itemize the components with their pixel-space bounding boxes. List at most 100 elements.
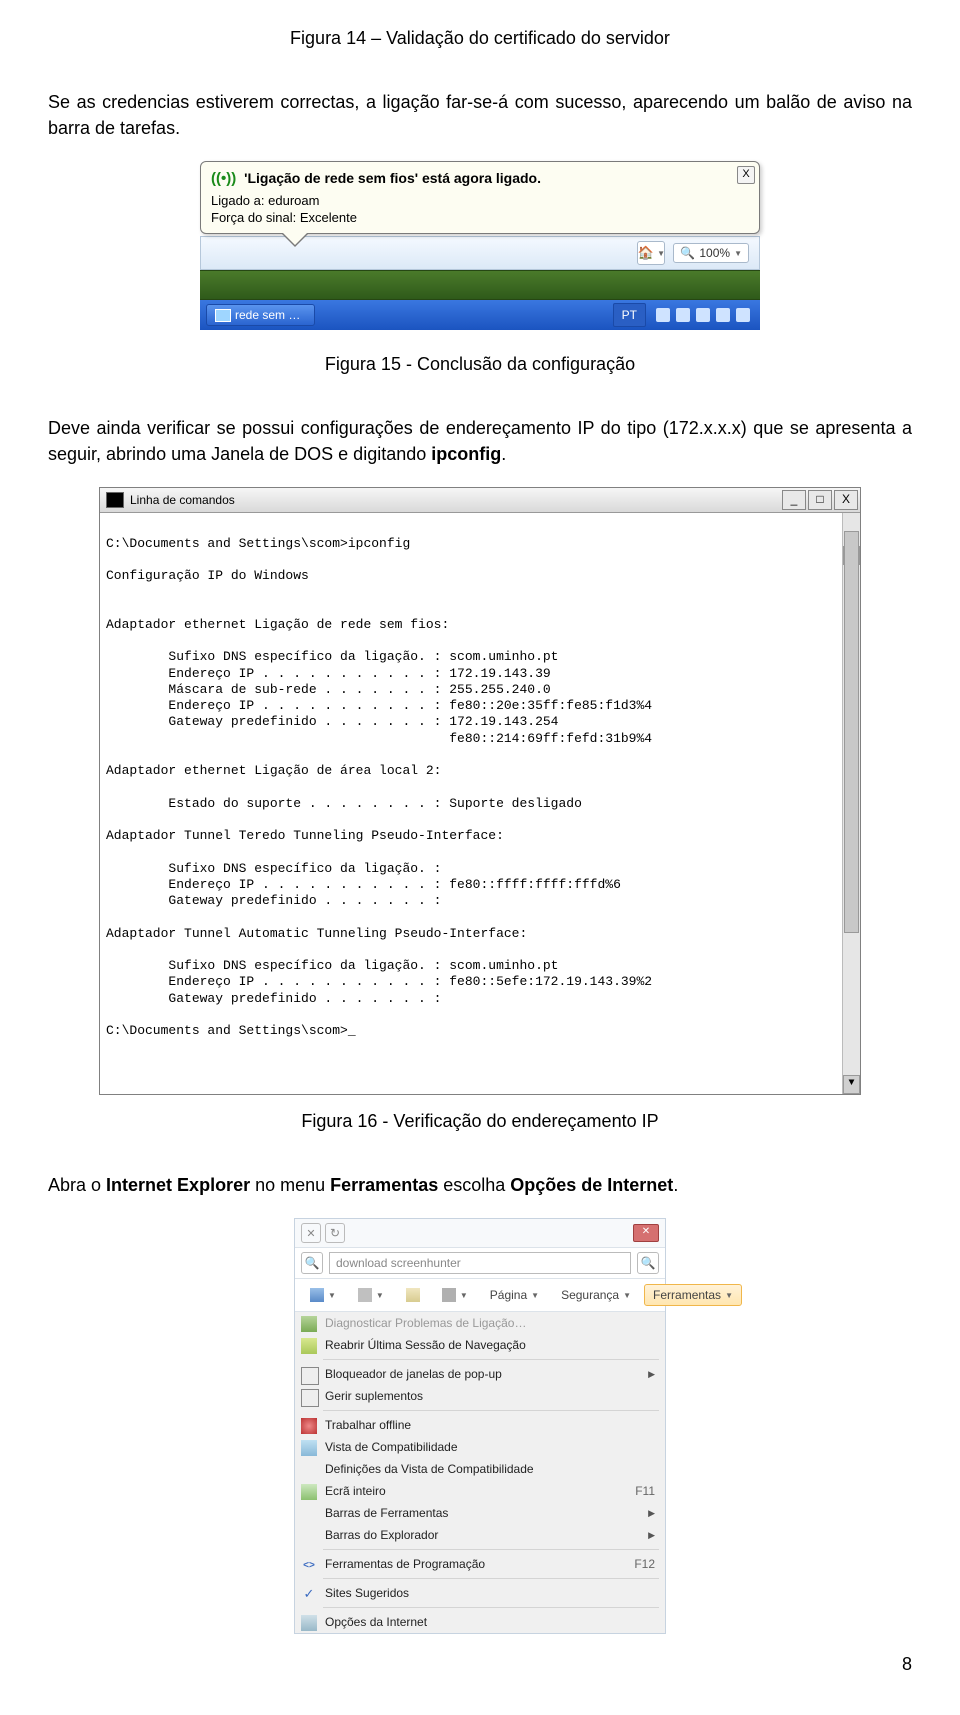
menu-item-label: Opções da Internet: [325, 1615, 427, 1629]
menu-item-explorer-bars[interactable]: Barras do Explorador ▶: [295, 1524, 665, 1546]
tray-icon[interactable]: [676, 308, 690, 322]
paragraph-2-end: .: [501, 444, 506, 464]
chevron-down-icon: ▼: [657, 249, 665, 258]
balloon-connected-label: Ligado a:: [211, 193, 265, 208]
home-split-button[interactable]: 🏠 ▼: [637, 241, 665, 265]
menu-item-fullscreen[interactable]: Ecrã inteiro F11: [295, 1480, 665, 1502]
menu-item-label: Diagnosticar Problemas de Ligação…: [325, 1316, 526, 1330]
cmd-scrollbar[interactable]: ▲ ▼: [842, 513, 860, 1094]
menu-item-internet-options[interactable]: Opções da Internet: [295, 1611, 665, 1633]
menu-item-work-offline[interactable]: Trabalhar offline: [295, 1414, 665, 1436]
menu-item-manage-addons[interactable]: Gerir suplementos: [295, 1385, 665, 1407]
ie-window-fragment: ✕ ↻ ✕ 🔍 🔍 ▼ ▼ ▼ Página▼ Segurança▼ Ferra…: [294, 1218, 666, 1634]
figure-15-caption: Figura 15 - Conclusão da configuração: [48, 354, 912, 375]
page-number: 8: [48, 1654, 912, 1675]
submenu-arrow-icon: ▶: [648, 1369, 655, 1380]
tools-menu-button[interactable]: Ferramentas▼: [644, 1284, 742, 1306]
diagnose-icon: [301, 1316, 317, 1332]
cmd-titlebar: Linha de comandos _ □ X: [100, 488, 860, 513]
tray-icon[interactable]: [716, 308, 730, 322]
maximize-button[interactable]: □: [808, 490, 832, 510]
menu-separator: [323, 1549, 659, 1550]
zoom-value: 100%: [699, 246, 730, 260]
submenu-arrow-icon: ▶: [648, 1508, 655, 1519]
minimize-button[interactable]: _: [782, 490, 806, 510]
offline-icon: [301, 1418, 317, 1434]
rss-icon: [358, 1288, 372, 1302]
ie-search-bar: 🔍 🔍: [295, 1248, 665, 1279]
balloon-close-button[interactable]: X: [737, 166, 755, 184]
home-button[interactable]: ▼: [301, 1284, 345, 1306]
figure-16-caption: Figura 16 - Verificação do endereçamento…: [48, 1111, 912, 1132]
menu-item-popup-blocker[interactable]: Bloqueador de janelas de pop-up ▶: [295, 1363, 665, 1385]
tools-dropdown-menu: Diagnosticar Problemas de Ligação… Reabr…: [295, 1312, 665, 1633]
menu-item-label: Gerir suplementos: [325, 1389, 423, 1403]
taskbar-network-button[interactable]: rede sem …: [206, 304, 315, 326]
menu-item-label: Barras do Explorador: [325, 1528, 438, 1542]
cmd-output[interactable]: C:\Documents and Settings\scom>ipconfig …: [100, 513, 860, 1094]
menu-item-label: Ecrã inteiro: [325, 1484, 386, 1498]
cmd-icon: [106, 492, 124, 508]
p3-c: no menu: [250, 1175, 330, 1195]
mail-icon: [406, 1288, 420, 1302]
p3-e: escolha: [438, 1175, 510, 1195]
menu-item-reopen-session[interactable]: Reabrir Última Sessão de Navegação: [295, 1334, 665, 1356]
cmd-title-text: Linha de comandos: [130, 493, 235, 507]
search-input[interactable]: [329, 1252, 631, 1274]
windows-taskbar: rede sem … PT: [200, 300, 760, 330]
menu-separator: [323, 1578, 659, 1579]
menu-separator: [323, 1359, 659, 1360]
tray-icon[interactable]: [696, 308, 710, 322]
submenu-arrow-icon: ▶: [648, 1530, 655, 1541]
tray-icon[interactable]: [656, 308, 670, 322]
fullscreen-icon: [301, 1484, 317, 1500]
menu-item-shortcut: F11: [611, 1484, 655, 1498]
reopen-icon: [301, 1338, 317, 1354]
close-button[interactable]: X: [834, 490, 858, 510]
scroll-thumb[interactable]: [844, 531, 859, 933]
menu-item-suggested-sites[interactable]: ✓ Sites Sugeridos: [295, 1582, 665, 1604]
figure-14-caption: Figura 14 – Validação do certificado do …: [48, 28, 912, 49]
menu-item-toolbars[interactable]: Barras de Ferramentas ▶: [295, 1502, 665, 1524]
menu-item-label: Ferramentas de Programação: [325, 1557, 485, 1571]
print-icon: [442, 1288, 456, 1302]
scroll-down-icon[interactable]: ▼: [843, 1075, 860, 1094]
zoom-control[interactable]: 🔍 100% ▼: [673, 243, 749, 263]
search-go-button[interactable]: 🔍: [637, 1252, 659, 1274]
menu-item-label: Reabrir Última Sessão de Navegação: [325, 1338, 526, 1352]
p3-ferramentas: Ferramentas: [330, 1175, 438, 1195]
balloon-signal-value: Excelente: [300, 210, 357, 225]
language-indicator[interactable]: PT: [613, 303, 646, 327]
menu-item-compat-view[interactable]: Vista de Compatibilidade: [295, 1436, 665, 1458]
balloon-title: ((•)) 'Ligação de rede sem fios' está ag…: [211, 170, 731, 187]
safety-label: Segurança: [561, 1288, 619, 1302]
menu-item-shortcut: F12: [610, 1557, 655, 1571]
read-mail-button[interactable]: [397, 1284, 429, 1306]
stop-button[interactable]: ✕: [301, 1223, 321, 1243]
page-menu-button[interactable]: Página▼: [481, 1284, 548, 1306]
feeds-button[interactable]: ▼: [349, 1284, 393, 1306]
home-icon: [310, 1288, 324, 1302]
menu-item-compat-settings[interactable]: Definições da Vista de Compatibilidade: [295, 1458, 665, 1480]
chevron-down-icon: ▼: [734, 249, 742, 258]
menu-item-label: Trabalhar offline: [325, 1418, 411, 1432]
options-icon: [301, 1615, 317, 1631]
menu-item-label: Vista de Compatibilidade: [325, 1440, 458, 1454]
menu-item-developer-tools[interactable]: <> Ferramentas de Programação F12: [295, 1553, 665, 1575]
compat-icon: [301, 1440, 317, 1456]
menu-item-label: Bloqueador de janelas de pop-up: [325, 1367, 502, 1381]
tray-icon[interactable]: [736, 308, 750, 322]
safety-menu-button[interactable]: Segurança▼: [552, 1284, 640, 1306]
popup-icon: [301, 1367, 319, 1385]
menu-separator: [323, 1410, 659, 1411]
refresh-button[interactable]: ↻: [325, 1223, 345, 1243]
paragraph-1: Se as credencias estiverem correctas, a …: [48, 89, 912, 141]
search-provider-icon[interactable]: 🔍: [301, 1252, 323, 1274]
check-icon: ✓: [301, 1586, 317, 1602]
print-button[interactable]: ▼: [433, 1284, 477, 1306]
window-close-button[interactable]: ✕: [633, 1224, 659, 1242]
ie-command-bar: ▼ ▼ ▼ Página▼ Segurança▼ Ferramentas▼: [295, 1279, 665, 1312]
network-balloon: X ((•)) 'Ligação de rede sem fios' está …: [200, 161, 760, 234]
p3-opcoes: Opções de Internet: [510, 1175, 673, 1195]
system-tray: [646, 308, 760, 322]
